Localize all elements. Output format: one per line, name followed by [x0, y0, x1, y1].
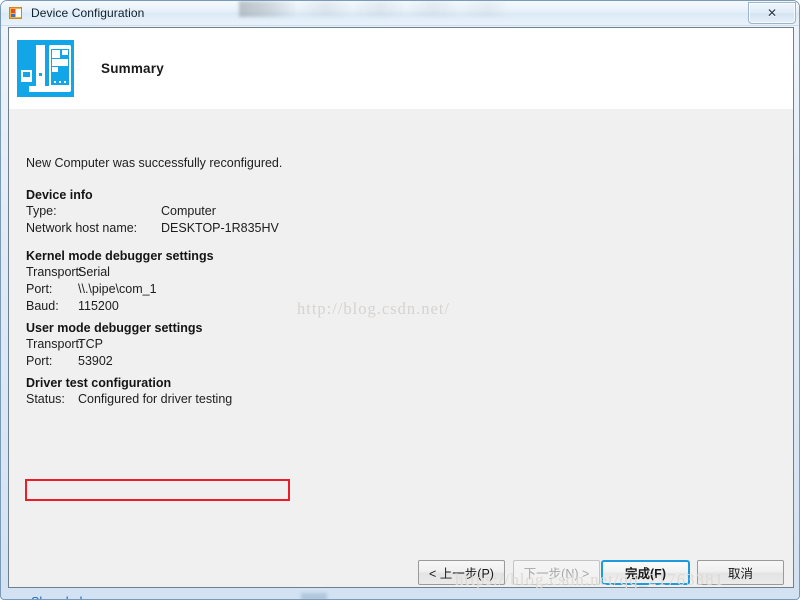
window-app-icon: [8, 5, 24, 21]
device-computer-tablet-icon: [17, 40, 74, 97]
background-artifact: [301, 593, 327, 599]
section-heading: User mode debugger settings: [26, 321, 203, 335]
dialog-header: Summary: [9, 28, 793, 109]
titlebar-blur-artifact: [239, 1, 509, 17]
row-label: Transport:: [26, 337, 83, 351]
row-label: Status:: [26, 392, 65, 406]
info-row: Network host name: DESKTOP-1R835HV: [26, 221, 279, 238]
info-row: Transport: Serial: [26, 265, 214, 282]
close-icon: ✕: [766, 6, 778, 20]
finish-button[interactable]: 完成(F): [601, 560, 690, 585]
page-title: Summary: [101, 61, 164, 76]
section-heading: Kernel mode debugger settings: [26, 249, 214, 263]
status-highlight-box: [25, 479, 290, 501]
info-row: Baud: 115200: [26, 299, 214, 316]
row-value: TCP: [78, 337, 103, 351]
window-title: Device Configuration: [31, 6, 145, 20]
section-device-info: Device info Type: Computer Network host …: [26, 188, 279, 238]
section-kernel-mode-debugger-settings: Kernel mode debugger settings Transport:…: [26, 249, 214, 316]
row-value: Configured for driver testing: [78, 392, 233, 406]
row-value: DESKTOP-1R835HV: [161, 221, 279, 235]
row-label: Network host name:: [26, 221, 138, 235]
next-button: 下一步(N) >: [513, 560, 600, 585]
info-row: Type: Computer: [26, 204, 279, 221]
title-bar[interactable]: Device Configuration ✕: [1, 1, 799, 26]
row-label: Port:: [26, 354, 53, 368]
info-row: Port: \\.\pipe\com_1: [26, 282, 214, 299]
row-value: Serial: [78, 265, 110, 279]
dialog-footer: < 上一步(P) 下一步(N) > 完成(F) 取消: [9, 547, 793, 587]
back-button[interactable]: < 上一步(P): [418, 560, 505, 585]
row-label: Port:: [26, 282, 53, 296]
intro-text: New Computer was successfully reconfigur…: [26, 156, 283, 170]
dialog-body: New Computer was successfully reconfigur…: [9, 109, 793, 599]
show-help-link[interactable]: Show help: [31, 595, 89, 599]
row-label: Baud:: [26, 299, 59, 313]
section-user-mode-debugger-settings: User mode debugger settings Transport: T…: [26, 321, 202, 371]
row-label: Type:: [26, 204, 57, 218]
device-configuration-window: Device Configuration ✕ Summary New Compu…: [0, 0, 800, 600]
section-driver-test-configuration: Driver test configuration Status: Config…: [26, 376, 232, 409]
dialog-client-area: Summary New Computer was successfully re…: [8, 27, 794, 599]
close-button[interactable]: ✕: [748, 2, 796, 24]
cancel-button[interactable]: 取消: [697, 560, 784, 585]
row-value: 115200: [78, 299, 119, 313]
row-value: 53902: [78, 354, 113, 368]
info-row: Status: Configured for driver testing: [26, 392, 232, 409]
row-value: Computer: [161, 204, 216, 218]
info-row: Transport: TCP: [26, 337, 202, 354]
row-label: Transport:: [26, 265, 83, 279]
row-value: \\.\pipe\com_1: [78, 282, 157, 296]
info-row: Port: 53902: [26, 354, 202, 371]
section-heading: Device info: [26, 188, 93, 202]
section-heading: Driver test configuration: [26, 376, 172, 390]
